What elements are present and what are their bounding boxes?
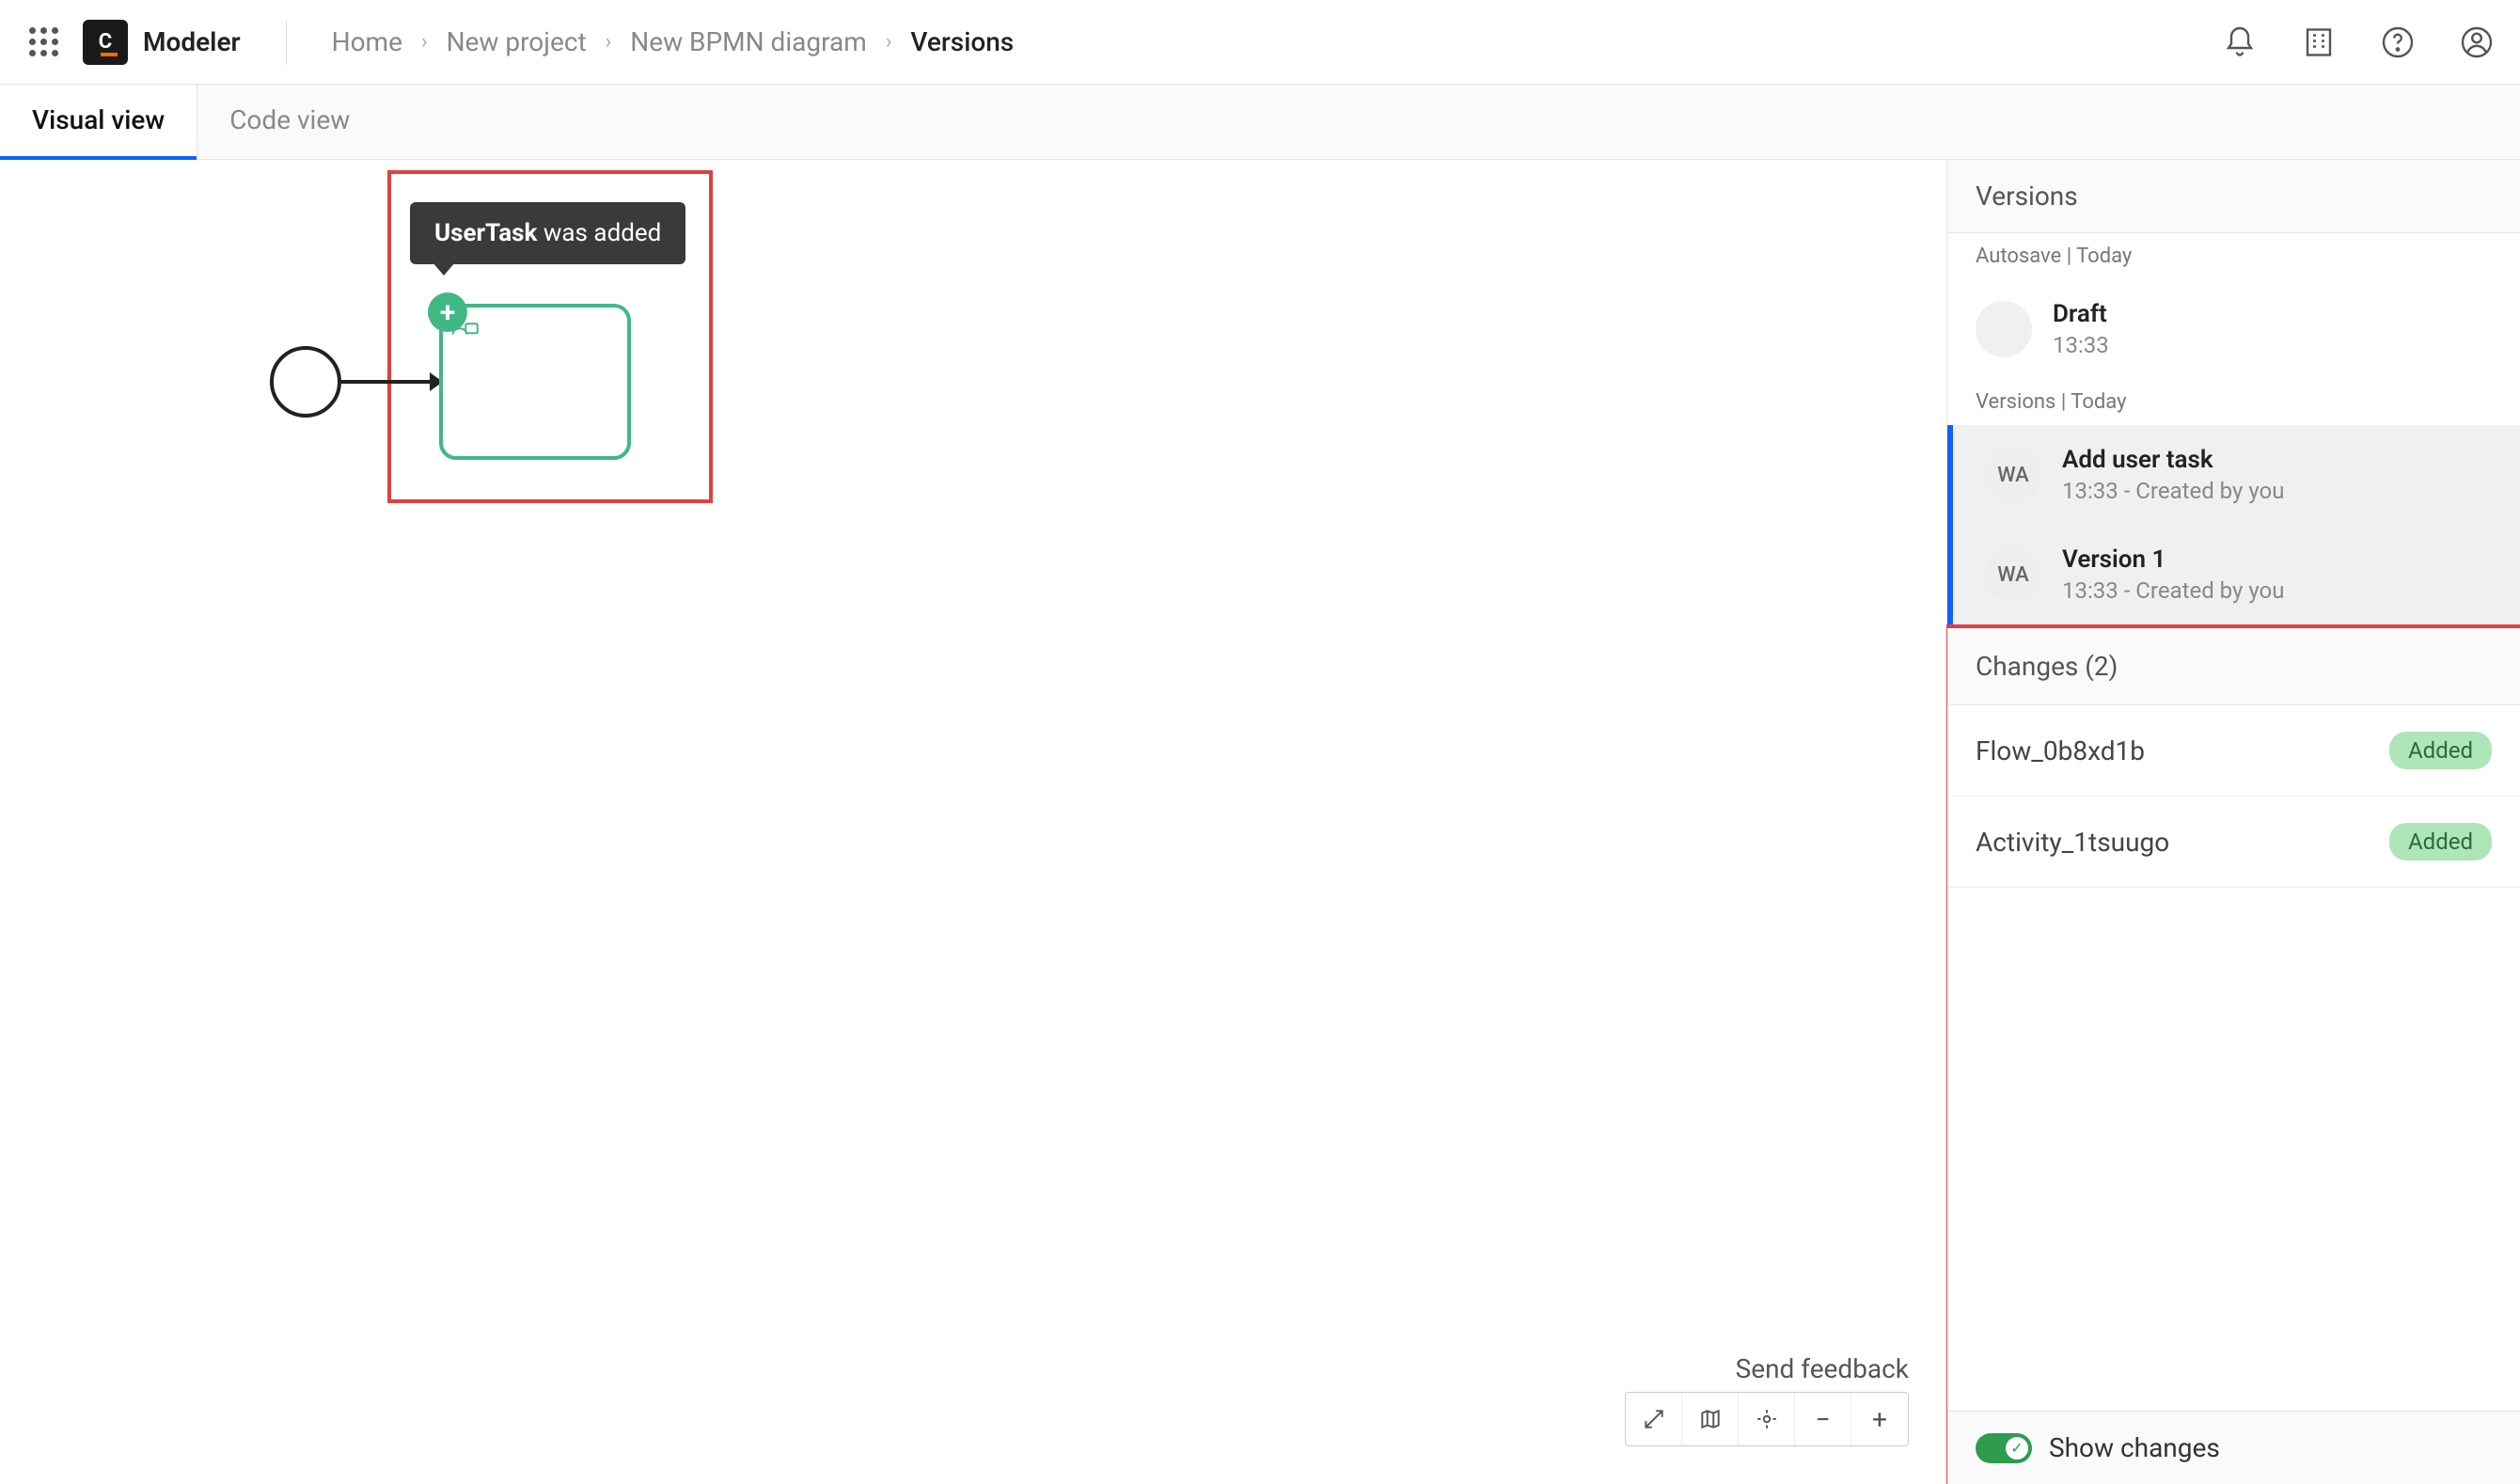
status-badge-added: Added bbox=[2389, 732, 2492, 769]
versions-panel: Versions Autosave | Today Draft 13:33 Ve… bbox=[1946, 160, 2520, 1484]
show-changes-label: Show changes bbox=[2049, 1432, 2220, 1463]
show-changes-row: ✓ Show changes bbox=[1947, 1411, 2520, 1484]
app-launcher-icon[interactable] bbox=[26, 25, 60, 59]
changes-header: Changes (2) bbox=[1947, 628, 2520, 705]
divider bbox=[286, 20, 287, 65]
minimap-button[interactable] bbox=[1682, 1393, 1739, 1445]
version-title: Draft bbox=[2053, 300, 2109, 328]
version-item[interactable]: WA Add user task 13:33 - Created by you bbox=[1953, 425, 2520, 525]
fit-viewport-button[interactable] bbox=[1626, 1393, 1682, 1445]
autosave-section-header: Autosave | Today bbox=[1947, 233, 2520, 279]
account-icon[interactable] bbox=[2460, 25, 2494, 59]
breadcrumb-diagram[interactable]: New BPMN diagram bbox=[630, 26, 867, 57]
header: C Modeler Home › New project › New BPMN … bbox=[0, 0, 2520, 85]
tab-visual-view[interactable]: Visual view bbox=[0, 85, 197, 160]
breadcrumb-versions[interactable]: Versions bbox=[910, 26, 1014, 57]
chevron-right-icon: › bbox=[421, 30, 428, 54]
breadcrumbs: Home › New project › New BPMN diagram › … bbox=[332, 26, 1015, 57]
content-area: UserTask was added + Send feedback − bbox=[0, 160, 2520, 1484]
app-root: C Modeler Home › New project › New BPMN … bbox=[0, 0, 2520, 1484]
bpmn-canvas[interactable]: UserTask was added + Send feedback − bbox=[0, 160, 1946, 1484]
breadcrumb-home[interactable]: Home bbox=[332, 26, 402, 57]
send-feedback-link[interactable]: Send feedback bbox=[1736, 1353, 1909, 1384]
zoom-toolbar: − + bbox=[1625, 1392, 1909, 1446]
bpmn-user-task[interactable]: + bbox=[439, 304, 631, 460]
version-meta: 13:33 - Created by you bbox=[2062, 478, 2284, 504]
app-title: Modeler bbox=[143, 26, 241, 57]
change-row[interactable]: Activity_1tsuugo Added bbox=[1947, 797, 2520, 888]
tooltip-element-name: UserTask bbox=[434, 219, 537, 247]
selected-versions-group: WA Add user task 13:33 - Created by you … bbox=[1947, 425, 2520, 624]
versions-panel-title: Versions bbox=[1947, 160, 2520, 233]
zoom-in-button[interactable]: + bbox=[1851, 1393, 1908, 1445]
show-changes-toggle[interactable]: ✓ bbox=[1976, 1433, 2032, 1463]
help-icon[interactable] bbox=[2381, 25, 2415, 59]
version-draft[interactable]: Draft 13:33 bbox=[1947, 279, 2520, 379]
header-actions bbox=[2223, 25, 2494, 59]
status-badge-added: Added bbox=[2389, 823, 2492, 860]
reset-view-button[interactable] bbox=[1739, 1393, 1795, 1445]
version-title: Add user task bbox=[2062, 446, 2284, 474]
zoom-out-button[interactable]: − bbox=[1795, 1393, 1851, 1445]
avatar: WA bbox=[1985, 546, 2041, 603]
bpmn-sequence-flow[interactable] bbox=[341, 380, 441, 384]
versions-section-header: Versions | Today bbox=[1947, 379, 2520, 425]
change-row[interactable]: Flow_0b8xd1b Added bbox=[1947, 705, 2520, 797]
version-title: Version 1 bbox=[2062, 545, 2284, 574]
view-tabs: Visual view Code view bbox=[0, 85, 2520, 160]
change-name: Activity_1tsuugo bbox=[1976, 827, 2169, 858]
tooltip-suffix: was added bbox=[537, 219, 661, 247]
chevron-right-icon: › bbox=[606, 30, 612, 54]
app-logo: C bbox=[83, 20, 128, 65]
change-name: Flow_0b8xd1b bbox=[1976, 735, 2145, 766]
change-tooltip: UserTask was added bbox=[410, 202, 685, 264]
version-time: 13:33 bbox=[2053, 332, 2109, 358]
version-meta: 13:33 - Created by you bbox=[2062, 577, 2284, 604]
avatar: WA bbox=[1985, 447, 2041, 503]
version-item[interactable]: WA Version 1 13:33 - Created by you bbox=[1953, 525, 2520, 624]
notifications-icon[interactable] bbox=[2223, 25, 2257, 59]
chevron-right-icon: › bbox=[886, 30, 892, 54]
avatar bbox=[1976, 301, 2032, 357]
user-task-icon bbox=[450, 315, 479, 339]
changes-section: Changes (2) Flow_0b8xd1b Added Activity_… bbox=[1944, 624, 2520, 1484]
breadcrumb-project[interactable]: New project bbox=[447, 26, 587, 57]
tab-code-view[interactable]: Code view bbox=[197, 85, 382, 160]
organization-icon[interactable] bbox=[2302, 25, 2336, 59]
check-icon: ✓ bbox=[2006, 1437, 2028, 1460]
bpmn-start-event[interactable] bbox=[270, 346, 341, 418]
